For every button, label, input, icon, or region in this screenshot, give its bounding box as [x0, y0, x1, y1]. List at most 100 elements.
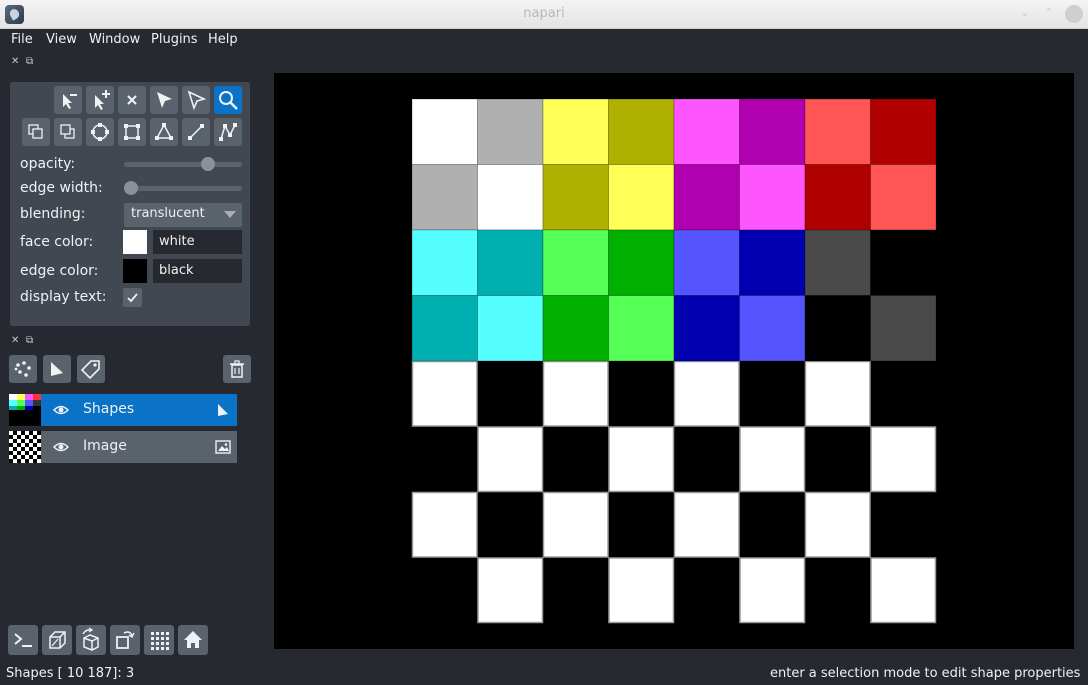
layer-row-image[interactable]: Image	[41, 431, 237, 463]
select-icon[interactable]	[150, 86, 178, 114]
blending-select[interactable]: translucent	[124, 203, 242, 227]
new-shapes-layer-button[interactable]	[43, 355, 71, 383]
thumb-cell	[21, 455, 25, 459]
image-pixel	[805, 426, 871, 492]
thumb-cell	[25, 447, 29, 451]
thumb-cell	[25, 435, 29, 439]
close-window-icon[interactable]	[1065, 5, 1083, 23]
remove-selected-point-icon[interactable]	[54, 86, 82, 114]
delete-icon[interactable]	[118, 86, 146, 114]
console-button[interactable]	[8, 625, 38, 655]
opacity-slider[interactable]	[124, 162, 242, 167]
minimize-icon[interactable]: ⌄	[1020, 6, 1029, 19]
shape-square	[477, 98, 544, 165]
image-pixel	[543, 361, 609, 427]
image-pixel	[412, 492, 478, 558]
window-title: napari	[523, 6, 565, 21]
edge-width-slider-handle[interactable]	[124, 181, 138, 195]
ellipse-icon[interactable]	[86, 118, 114, 146]
thumb-cell	[17, 439, 21, 443]
image-pixel	[805, 361, 871, 427]
layer-row-shapes[interactable]: Shapes	[41, 394, 237, 426]
shape-square	[608, 164, 675, 231]
pan-zoom-icon[interactable]	[214, 86, 242, 114]
menu-help[interactable]: Help	[208, 32, 238, 47]
thumb-cell	[21, 459, 25, 463]
rectangle-icon[interactable]	[118, 118, 146, 146]
thumb-cell	[9, 435, 13, 439]
thumb-cell	[9, 431, 13, 435]
edge-color-swatch[interactable]	[123, 259, 147, 283]
thumb-cell	[13, 447, 17, 451]
image-pixel	[608, 492, 674, 558]
image-pixel	[674, 557, 740, 623]
shape-square	[739, 229, 806, 296]
layer-name-shapes[interactable]: Shapes	[83, 401, 134, 417]
dock-close-icon[interactable]: ✕	[11, 335, 19, 346]
checkmark-icon	[127, 293, 138, 303]
image-layer-icon	[215, 440, 231, 454]
edge-width-slider[interactable]	[124, 186, 242, 191]
new-labels-icon	[80, 360, 100, 380]
thumb-cell	[13, 431, 17, 435]
dock-float-icon[interactable]: ⧉	[26, 56, 33, 67]
shape-square	[739, 98, 806, 165]
path-icon[interactable]	[214, 118, 242, 146]
new-points-layer-button[interactable]	[9, 355, 37, 383]
roll-axes-button[interactable]	[76, 625, 106, 655]
canvas-drawing[interactable]	[274, 73, 1074, 649]
shape-square	[411, 295, 478, 362]
layer-name-image[interactable]: Image	[83, 438, 127, 454]
polygon-icon[interactable]	[150, 118, 178, 146]
menu-file[interactable]: File	[11, 32, 33, 47]
image-pixel	[674, 426, 740, 492]
image-pixel	[870, 557, 936, 623]
delete-layer-button[interactable]	[223, 355, 251, 383]
menu-window[interactable]: Window	[89, 32, 140, 47]
grid-dot	[166, 632, 169, 635]
image-pixel	[739, 492, 805, 558]
image-pixel	[477, 492, 543, 558]
opacity-slider-handle[interactable]	[200, 157, 215, 171]
display-text-checkbox[interactable]	[123, 288, 142, 307]
dock-float-icon[interactable]: ⧉	[26, 335, 33, 346]
thumb-cell	[17, 435, 21, 439]
ndisplay-button[interactable]	[42, 625, 72, 655]
image-pixel	[608, 557, 674, 623]
edge-color-field[interactable]: black	[153, 259, 242, 283]
viewer-canvas[interactable]	[274, 73, 1074, 649]
delete-layer-icon	[230, 360, 244, 378]
thumb-cell	[29, 439, 33, 443]
home-button[interactable]	[178, 625, 208, 655]
face-color-swatch[interactable]	[123, 230, 147, 254]
transpose-button[interactable]	[110, 625, 140, 655]
shapes-layer-thumbnail	[9, 394, 41, 426]
new-labels-layer-button[interactable]	[77, 355, 105, 383]
maximize-icon[interactable]: ⌃	[1044, 6, 1053, 19]
move-front-icon[interactable]	[54, 118, 82, 146]
add-point-icon[interactable]	[86, 86, 114, 114]
direct-select-icon[interactable]	[182, 86, 210, 114]
face-color-field[interactable]: white	[153, 230, 242, 254]
image-pixel	[739, 426, 805, 492]
thumb-cell	[9, 439, 13, 443]
eye-icon[interactable]	[53, 439, 69, 455]
thumb-cell	[25, 439, 29, 443]
image-pixel	[608, 426, 674, 492]
grid-dot	[156, 647, 159, 650]
grid-dot	[151, 647, 154, 650]
image-pixel	[805, 557, 871, 623]
move-back-icon[interactable]	[22, 118, 50, 146]
menu-plugins[interactable]: Plugins	[151, 32, 198, 47]
line-icon[interactable]	[182, 118, 210, 146]
thumb-cell	[25, 451, 29, 455]
thumb-cell	[29, 455, 33, 459]
shape-square	[411, 164, 478, 231]
dock-close-icon[interactable]: ✕	[11, 56, 19, 67]
grid-button[interactable]	[144, 625, 174, 655]
image-pixel	[870, 361, 936, 427]
menu-view[interactable]: View	[46, 32, 77, 47]
thumb-cell	[29, 431, 33, 435]
shape-square	[870, 295, 937, 362]
eye-icon[interactable]	[53, 402, 69, 418]
